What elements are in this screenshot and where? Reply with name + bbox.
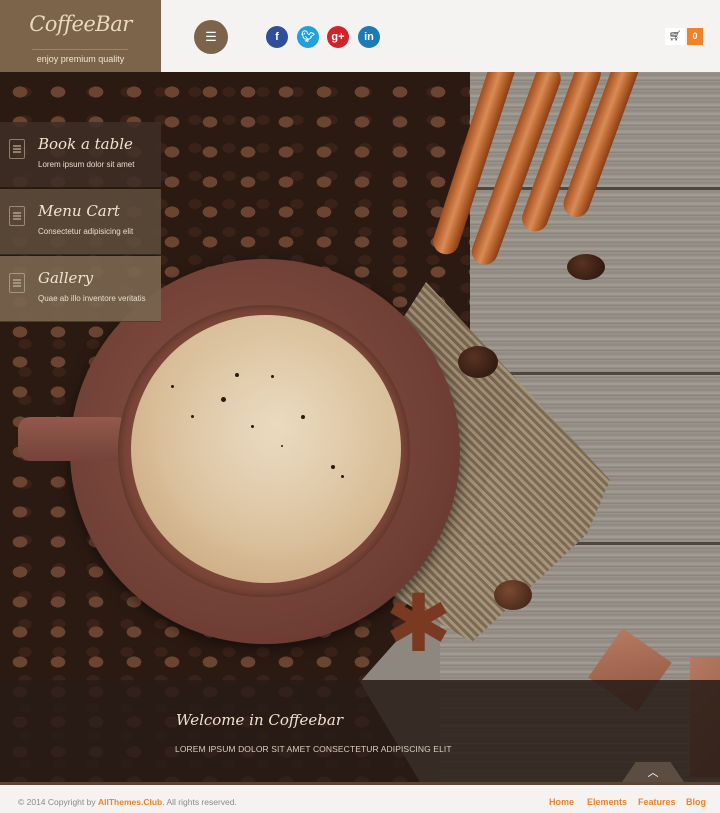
copyright-prefix: © 2014 Copyright by	[18, 797, 98, 807]
footer-link-blog[interactable]: Blog	[686, 797, 706, 807]
footer: © 2014 Copyright by AllThemes.Club. All …	[0, 782, 720, 813]
side-menu-title: Menu Cart	[38, 202, 120, 220]
coffee-bean	[567, 254, 605, 280]
side-menu-book-a-table[interactable]: Book a table Lorem ipsum dolor sit amet	[0, 122, 161, 188]
coffee-bean	[458, 346, 498, 378]
side-menu-title: Book a table	[38, 135, 133, 153]
logo[interactable]: CoffeeBar enjoy premium quality	[0, 0, 161, 72]
footer-link-features[interactable]: Features	[638, 797, 676, 807]
menu-toggle-button[interactable]: ☰	[194, 20, 228, 54]
footer-link-elements[interactable]: Elements	[587, 797, 627, 807]
side-menu-menu-cart[interactable]: Menu Cart Consectetur adipisicing elit	[0, 189, 161, 255]
shopping-cart-icon: 🛒︎	[668, 31, 682, 42]
document-icon	[9, 139, 25, 159]
welcome-title: Welcome in Coffeebar	[176, 711, 343, 729]
google-plus-icon: g+	[331, 31, 345, 43]
copyright-suffix: . All rights reserved.	[162, 797, 237, 807]
twitter-icon: 🐦︎	[301, 31, 315, 43]
footer-link-home[interactable]: Home	[549, 797, 574, 807]
welcome-band	[0, 680, 720, 782]
logo-tagline: enjoy premium quality	[36, 54, 125, 64]
copyright-link[interactable]: AllThemes.Club	[98, 797, 162, 807]
side-menu-subtitle: Quae ab illo inventore veritatis	[38, 294, 146, 303]
linkedin-icon: in	[364, 31, 374, 43]
page: ✱ CoffeeBar enjoy premium quality ☰ f 🐦︎…	[0, 0, 720, 813]
hamburger-icon: ☰	[205, 29, 217, 44]
welcome-subtitle: LOREM IPSUM DOLOR SIT AMET CONSECTETUR A…	[175, 744, 452, 754]
cup-handle	[18, 417, 128, 461]
side-menu-subtitle: Lorem ipsum dolor sit amet	[38, 160, 135, 169]
cart-count-badge[interactable]: 0	[687, 28, 703, 45]
google-plus-button[interactable]: g+	[327, 26, 349, 48]
coffee-bean	[494, 580, 532, 610]
cart-button[interactable]: 🛒︎	[665, 28, 685, 45]
coffee-foam	[131, 315, 401, 583]
star-anise: ✱	[385, 579, 453, 668]
chevron-up-icon: ︿	[647, 767, 659, 779]
logo-divider	[32, 49, 128, 50]
image-icon	[9, 273, 25, 293]
header: CoffeeBar enjoy premium quality ☰ f 🐦︎ g…	[0, 0, 720, 72]
side-menu-gallery[interactable]: Gallery Quae ab illo inventore veritatis	[0, 256, 161, 322]
side-menu-subtitle: Consectetur adipisicing elit	[38, 227, 134, 236]
list-document-icon	[9, 206, 25, 226]
twitter-button[interactable]: 🐦︎	[297, 26, 319, 48]
copyright-text: © 2014 Copyright by AllThemes.Club. All …	[18, 797, 237, 807]
side-menu-title: Gallery	[38, 269, 94, 287]
facebook-icon: f	[275, 31, 279, 43]
linkedin-button[interactable]: in	[358, 26, 380, 48]
facebook-button[interactable]: f	[266, 26, 288, 48]
logo-title: CoffeeBar	[29, 12, 132, 36]
